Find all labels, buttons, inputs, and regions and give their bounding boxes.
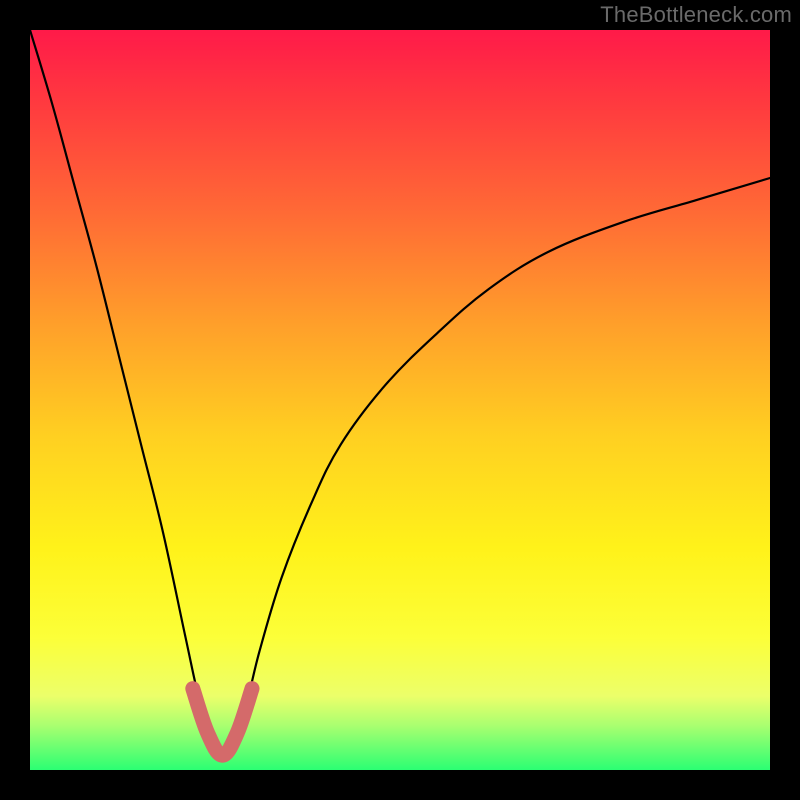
- highlight-segment: [193, 689, 252, 756]
- plot-area: [30, 30, 770, 770]
- outer-frame: TheBottleneck.com: [0, 0, 800, 800]
- curve-layer: [30, 30, 770, 770]
- watermark-text: TheBottleneck.com: [600, 2, 792, 28]
- bottleneck-curve: [30, 30, 770, 755]
